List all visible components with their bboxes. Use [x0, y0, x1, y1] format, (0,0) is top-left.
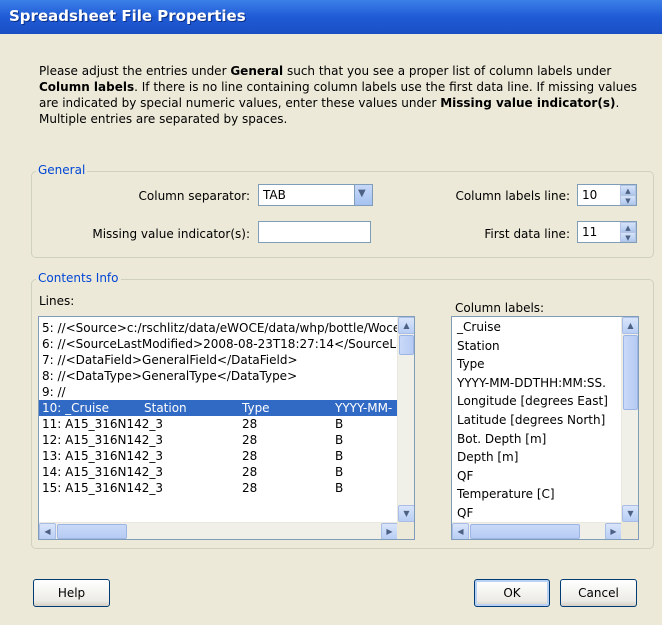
column-labels-listbox[interactable]: _Cruise Station Type YYYY-MM-DDTHH:MM:SS. Lo…: [451, 316, 639, 540]
line-cell: 14: A15_316N142_3: [42, 465, 164, 479]
intro-text-2: such that you see a proper list of colum…: [283, 64, 612, 78]
triangle-up-icon[interactable]: ▲: [620, 222, 636, 232]
lines-list-item[interactable]: 9: //: [39, 384, 397, 400]
column-label-item[interactable]: Latitude [degrees North]: [452, 412, 622, 428]
scroll-left-icon[interactable]: ◀: [452, 523, 469, 539]
ok-button[interactable]: OK: [474, 579, 550, 607]
column-separator-select[interactable]: TAB ▼: [258, 184, 373, 206]
general-group-legend: General: [36, 163, 88, 177]
line-cell: Type: [242, 401, 270, 415]
lines-list-item[interactable]: 5: //<Source>c:/rschlitz/data/eWOCE/data…: [39, 320, 408, 336]
line-text: 7: //<DataField>GeneralField</DataField>: [42, 353, 298, 367]
lines-list-item[interactable]: 15: A15_316N142_3 28 B: [39, 480, 397, 496]
lines-vertical-scrollbar[interactable]: ▲ ▼: [397, 317, 414, 522]
line-cell: 28: [242, 465, 258, 479]
scroll-right-icon[interactable]: ▶: [605, 523, 622, 539]
line-cell: 10: _Cruise: [42, 401, 110, 415]
lines-hscroll-thumb[interactable]: [57, 524, 127, 539]
line-cell: 28: [242, 481, 258, 495]
column-separator-label: Column separator:: [138, 189, 250, 203]
line-cell: B: [335, 417, 344, 431]
intro-bold-missing-value: Missing value indicator(s): [440, 96, 616, 110]
column-separator-value: TAB: [263, 188, 286, 202]
triangle-down-icon[interactable]: ▼: [620, 195, 636, 205]
line-cell: 13: A15_316N142_3: [42, 449, 164, 463]
line-cell: 28: [242, 417, 258, 431]
column-labels-scroll-corner: [621, 522, 638, 539]
scroll-right-icon[interactable]: ▶: [381, 523, 398, 539]
contents-info-legend: Contents Info: [36, 271, 121, 285]
missing-value-label: Missing value indicator(s):: [92, 227, 250, 241]
column-labels-vscroll-thumb[interactable]: [623, 335, 638, 410]
scroll-left-icon[interactable]: ◀: [39, 523, 56, 539]
column-labels-horizontal-scrollbar[interactable]: ◀ ▶: [452, 522, 622, 539]
help-button[interactable]: Help: [33, 579, 110, 607]
column-labels-line-spin[interactable]: ▲ ▼: [620, 185, 636, 205]
chevron-down-icon[interactable]: ▼: [354, 185, 372, 205]
window-title: Spreadsheet File Properties: [9, 7, 246, 25]
lines-list-item[interactable]: 6: //<SourceLastModified>2008-08-23T18:2…: [39, 336, 410, 352]
window-titlebar[interactable]: Spreadsheet File Properties: [0, 0, 662, 34]
column-label-item[interactable]: Depth [m]: [452, 449, 622, 465]
line-text: 5: //<Source>c:/rschlitz/data/eWOCE/data…: [42, 321, 409, 335]
lines-list-item[interactable]: 7: //<DataField>GeneralField</DataField>: [39, 352, 397, 368]
scroll-down-icon[interactable]: ▼: [622, 505, 638, 522]
line-cell: 28: [242, 449, 258, 463]
triangle-down-icon[interactable]: ▼: [620, 232, 636, 242]
scroll-down-icon[interactable]: ▼: [398, 505, 414, 522]
line-cell: B: [335, 449, 344, 463]
line-text: 9: //: [42, 385, 66, 399]
line-cell: YYYY-MM-: [335, 401, 393, 415]
cancel-button[interactable]: Cancel: [560, 579, 637, 607]
line-cell: B: [335, 465, 344, 479]
column-label-item[interactable]: YYYY-MM-DDTHH:MM:SS.: [452, 375, 622, 391]
column-label-item[interactable]: Type: [452, 356, 622, 372]
line-cell: 11: A15_316N142_3: [42, 417, 164, 431]
first-data-line-label: First data line:: [484, 227, 570, 241]
lines-label: Lines:: [39, 294, 75, 308]
lines-vscroll-thumb[interactable]: [399, 335, 414, 355]
column-label-item[interactable]: _Cruise: [452, 319, 622, 335]
lines-list-item-selected[interactable]: 10: _Cruise Station Type YYYY-MM-: [39, 400, 397, 416]
lines-scroll-corner: [397, 522, 414, 539]
column-labels-line-value: 10: [582, 188, 598, 202]
line-cell: B: [335, 433, 344, 447]
column-labels-vertical-scrollbar[interactable]: ▲ ▼: [621, 317, 638, 522]
lines-list-item[interactable]: 13: A15_316N142_3 28 B: [39, 448, 397, 464]
lines-horizontal-scrollbar[interactable]: ◀ ▶: [39, 522, 398, 539]
column-label-item[interactable]: Station: [452, 338, 622, 354]
column-labels-line-spinner[interactable]: 10 ▲ ▼: [577, 184, 637, 206]
line-cell: B: [335, 481, 344, 495]
lines-list-item[interactable]: 11: A15_316N142_3 28 B: [39, 416, 397, 432]
column-label-item[interactable]: QF: [452, 505, 622, 521]
missing-value-input[interactable]: [258, 221, 371, 243]
instructions-text: Please adjust the entries under General …: [39, 63, 654, 127]
lines-list-item[interactable]: 12: A15_316N142_3 28 B: [39, 432, 397, 448]
line-cell: 15: A15_316N142_3: [42, 481, 164, 495]
scroll-up-icon[interactable]: ▲: [398, 317, 414, 334]
line-text: 6: //<SourceLastModified>2008-08-23T18:2…: [42, 337, 410, 351]
lines-list-item[interactable]: 14: A15_316N142_3 28 B: [39, 464, 397, 480]
intro-bold-general: General: [230, 64, 284, 78]
column-labels-hscroll-thumb[interactable]: [470, 524, 580, 539]
column-label-item[interactable]: Temperature [C]: [452, 486, 622, 502]
lines-listbox[interactable]: 5: //<Source>c:/rschlitz/data/eWOCE/data…: [38, 316, 415, 540]
column-labels-label: Column labels:: [455, 301, 545, 315]
column-label-item[interactable]: Bot. Depth [m]: [452, 431, 622, 447]
column-label-item[interactable]: Longitude [degrees East]: [452, 393, 622, 409]
column-labels-line-label: Column labels line:: [455, 189, 570, 203]
line-text: 8: //<DataType>GeneralType</DataType>: [42, 369, 298, 383]
triangle-up-icon[interactable]: ▲: [620, 185, 636, 195]
line-cell: Station: [144, 401, 187, 415]
first-data-line-value: 11: [582, 225, 598, 239]
first-data-line-spinner[interactable]: 11 ▲ ▼: [577, 221, 637, 243]
first-data-line-spin[interactable]: ▲ ▼: [620, 222, 636, 242]
line-cell: 12: A15_316N142_3: [42, 433, 164, 447]
intro-text-1: Please adjust the entries under: [39, 64, 231, 78]
column-label-item[interactable]: QF: [452, 468, 622, 484]
scroll-up-icon[interactable]: ▲: [622, 317, 638, 334]
intro-bold-column-labels: Column labels: [39, 80, 135, 94]
line-cell: 28: [242, 433, 258, 447]
lines-list-item[interactable]: 8: //<DataType>GeneralType</DataType>: [39, 368, 397, 384]
